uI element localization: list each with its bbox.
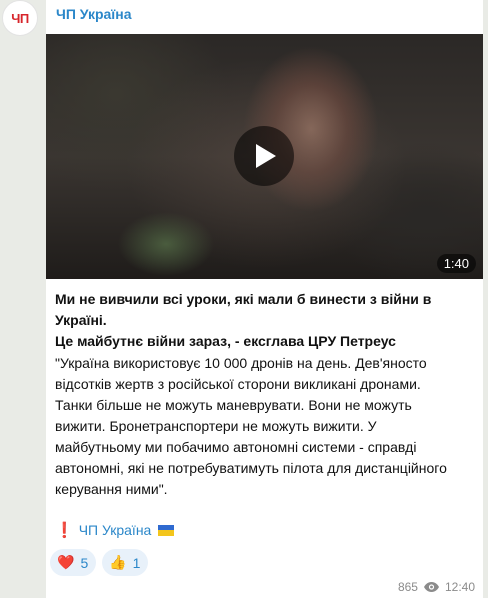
reaction-thumbs-up[interactable]: 👍 1 [102,549,149,576]
message-time: 12:40 [444,580,475,594]
reaction-count: 1 [132,554,141,571]
eye-icon [423,582,439,592]
reaction-heart[interactable]: ❤️ 5 [50,549,97,576]
message-meta: 865 12:40 [398,580,475,594]
view-count: 865 [397,580,418,594]
exclamation-icon: ❗ [55,522,74,539]
play-button[interactable] [234,126,294,186]
body-line: відсотків жертв з російської сторони вик… [55,376,421,392]
video-preview[interactable]: 1:40 [46,34,483,279]
channel-avatar[interactable]: ЧП [2,0,38,36]
heart-icon: ❤️ [57,554,75,570]
body-line: "Україна використовує 10 000 дронів на д… [55,355,427,371]
body-line: керування ними". [55,481,168,497]
headline-line: Ми не вивчили всі уроки, які мали б вине… [55,291,432,328]
reaction-count: 5 [80,554,89,571]
ukraine-flag-icon [158,524,175,536]
post-signature: ❗ ЧП Україна [55,521,175,539]
thumbs-up-icon: 👍 [109,554,127,570]
signature-link[interactable]: ЧП Україна [79,522,152,538]
post-headline: Ми не вивчили всі уроки, які мали б вине… [55,289,475,352]
play-icon [256,144,276,168]
body-line: Танки більше не можуть маневрувати. Вони… [55,397,412,413]
message-bubble: ЧП Україна 1:40 Ми не вивчили всі уроки,… [46,0,483,598]
channel-name[interactable]: ЧП Україна [56,6,132,22]
headline-line: Це майбутнє війни зараз, - ексглава ЦРУ … [55,333,396,349]
body-line: автономні, які не потребуватимуть пілота… [55,460,447,476]
post-body: "Україна використовує 10 000 дронів на д… [55,353,475,500]
body-line: вижити. Бронетранспортери не можуть вижи… [55,418,377,434]
avatar-label: ЧП [11,10,29,26]
body-line: майбутньому ми побачимо автономні систем… [55,439,417,455]
reactions-bar: ❤️ 5 👍 1 [50,549,149,576]
video-duration: 1:40 [436,254,476,273]
